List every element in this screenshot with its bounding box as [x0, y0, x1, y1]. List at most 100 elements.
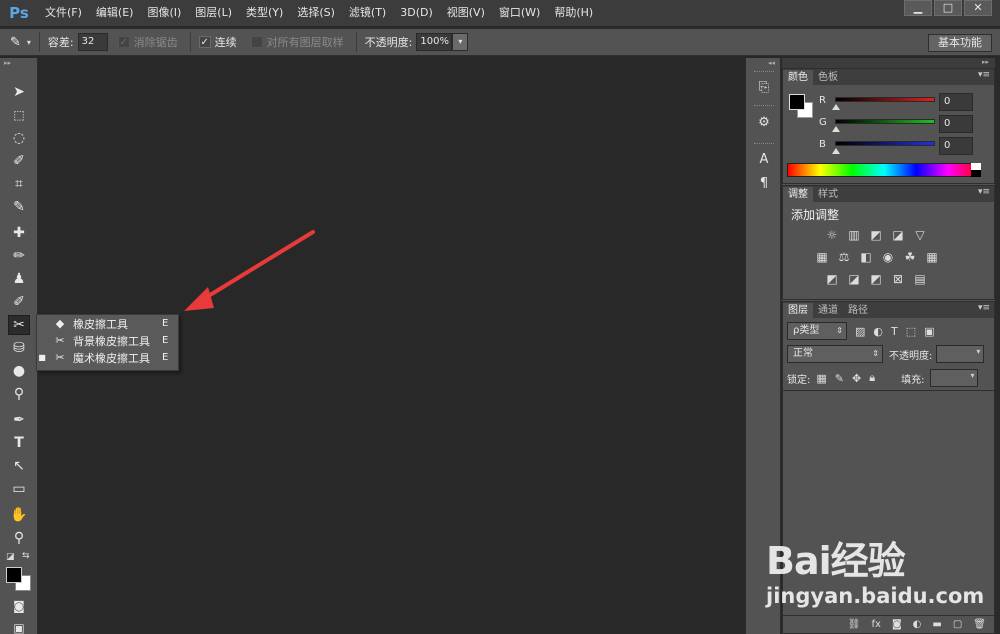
tool-preset-icon[interactable]: ✎: [10, 35, 21, 50]
lock-all-icon[interactable]: 🔒︎: [869, 371, 875, 385]
black-white-icon[interactable]: ◧: [859, 250, 873, 264]
opacity-dropdown-icon[interactable]: ▾: [452, 33, 469, 51]
color-lookup-icon[interactable]: ▦: [925, 250, 939, 264]
tab-styles[interactable]: 样式: [813, 187, 843, 202]
clone-stamp-tool-icon[interactable]: ♟: [8, 269, 30, 289]
flyout-item-background-eraser[interactable]: ✂ 背景橡皮擦工具 E: [37, 332, 178, 349]
levels-icon[interactable]: ▥: [847, 228, 861, 242]
swap-colors-icon[interactable]: ⇆: [22, 551, 30, 561]
dodge-tool-icon[interactable]: ⚲: [8, 384, 30, 404]
paragraph-panel-icon[interactable]: ¶: [754, 174, 774, 194]
menu-select[interactable]: 选择(S): [290, 0, 342, 26]
rectangle-tool-icon[interactable]: ▭: [8, 479, 30, 499]
blue-slider[interactable]: [835, 141, 935, 146]
path-selection-tool-icon[interactable]: ↖: [8, 456, 30, 476]
eraser-tool-icon[interactable]: ✂: [8, 315, 30, 335]
blend-mode-dropdown[interactable]: 正常 ⇕: [787, 345, 883, 363]
new-layer-icon[interactable]: ▢: [953, 619, 962, 630]
blue-slider-thumb[interactable]: [832, 148, 840, 154]
eyedropper-tool-icon[interactable]: ✎: [8, 197, 30, 217]
lock-position-icon[interactable]: ✥: [852, 372, 861, 385]
default-colors-icon[interactable]: ◪: [6, 552, 15, 562]
delete-layer-icon[interactable]: 🗑︎: [973, 619, 986, 630]
collapse-toolbar-icon[interactable]: ▸▸: [0, 58, 37, 68]
green-slider-thumb[interactable]: [832, 126, 840, 132]
smart-object-filter-icon[interactable]: ▣: [924, 325, 934, 338]
menu-3d[interactable]: 3D(D): [393, 0, 440, 26]
restore-button[interactable]: □: [934, 0, 962, 16]
move-tool-icon[interactable]: ➤: [8, 82, 30, 102]
menu-window[interactable]: 窗口(W): [492, 0, 547, 26]
photo-filter-icon[interactable]: ◉: [881, 250, 895, 264]
red-value-input[interactable]: 0: [939, 93, 973, 111]
brightness-contrast-icon[interactable]: ☼: [825, 228, 839, 242]
black-white-ramp[interactable]: [971, 163, 981, 177]
menu-file[interactable]: 文件(F): [38, 0, 89, 26]
new-group-icon[interactable]: ▬: [932, 619, 941, 630]
marquee-tool-icon[interactable]: ⬚: [8, 105, 30, 125]
menu-type[interactable]: 类型(Y): [239, 0, 290, 26]
tab-swatches[interactable]: 色板: [813, 70, 843, 85]
color-spectrum[interactable]: [787, 163, 981, 177]
crop-tool-icon[interactable]: ⌗: [8, 174, 30, 194]
history-panel-icon[interactable]: ⎘: [754, 78, 774, 98]
tab-color[interactable]: 颜色: [783, 70, 813, 85]
shape-filter-icon[interactable]: ⬚: [906, 325, 916, 338]
quick-mask-icon[interactable]: ◙: [8, 596, 30, 616]
pen-tool-icon[interactable]: ✒: [8, 410, 30, 430]
lasso-tool-icon[interactable]: ◌: [8, 128, 30, 148]
foreground-color-swatch[interactable]: [6, 567, 22, 583]
add-mask-icon[interactable]: ◙: [892, 619, 902, 630]
tab-layers[interactable]: 图层: [783, 303, 813, 318]
invert-icon[interactable]: ◩: [825, 272, 839, 286]
curves-icon[interactable]: ◩: [869, 228, 883, 242]
hue-saturation-icon[interactable]: ▦: [815, 250, 829, 264]
color-foreground-swatch[interactable]: [789, 94, 805, 110]
workspace-button[interactable]: 基本功能: [928, 34, 992, 52]
link-layers-icon[interactable]: ⛓: [848, 619, 861, 630]
hand-tool-icon[interactable]: ✋: [8, 505, 30, 525]
panel-menu-icon[interactable]: ▾≡: [978, 70, 990, 80]
lock-transparency-icon[interactable]: ▦: [816, 372, 826, 385]
zoom-tool-icon[interactable]: ⚲: [8, 528, 30, 548]
sample-all-layers-checkbox[interactable]: [250, 36, 263, 48]
contiguous-checkbox[interactable]: ✓: [198, 36, 211, 48]
healing-brush-tool-icon[interactable]: ✚: [8, 223, 30, 243]
menu-layer[interactable]: 图层(L): [188, 0, 239, 26]
dock-grip[interactable]: [754, 105, 774, 108]
tab-paths[interactable]: 路径: [843, 303, 873, 318]
channel-mixer-icon[interactable]: ☘: [903, 250, 917, 264]
menu-help[interactable]: 帮助(H): [547, 0, 600, 26]
dock-grip[interactable]: [754, 143, 774, 146]
collapse-dock-icon[interactable]: ◂◂: [768, 59, 775, 67]
screen-mode-icon[interactable]: ▣: [8, 618, 30, 634]
close-button[interactable]: ✕: [964, 0, 992, 16]
flyout-item-eraser[interactable]: ◆ 橡皮擦工具 E: [37, 315, 178, 332]
lock-pixels-icon[interactable]: ✎: [835, 372, 844, 385]
layer-kind-filter[interactable]: ρ类型 ⇕: [787, 322, 847, 340]
threshold-icon[interactable]: ◩: [869, 272, 883, 286]
fill-input[interactable]: ▾: [930, 369, 979, 387]
flyout-item-magic-eraser[interactable]: ■ ✂ 魔术橡皮擦工具 E: [37, 349, 178, 366]
type-filter-icon[interactable]: T: [891, 325, 898, 338]
minimize-button[interactable]: ▁: [904, 0, 932, 16]
posterize-icon[interactable]: ◪: [847, 272, 861, 286]
history-brush-tool-icon[interactable]: ✐: [8, 292, 30, 312]
layer-opacity-input[interactable]: ▾: [936, 345, 985, 363]
layers-list[interactable]: [783, 390, 994, 615]
brush-tool-icon[interactable]: ✏: [8, 246, 30, 266]
selective-color-icon[interactable]: ▤: [913, 272, 927, 286]
blur-tool-icon[interactable]: ●: [8, 361, 30, 381]
pixel-filter-icon[interactable]: ▨: [855, 325, 865, 338]
character-panel-icon[interactable]: A: [754, 150, 774, 170]
vibrance-icon[interactable]: ▽: [913, 228, 927, 242]
properties-panel-icon[interactable]: ⚙: [754, 113, 774, 133]
exposure-icon[interactable]: ◪: [891, 228, 905, 242]
menu-view[interactable]: 视图(V): [440, 0, 492, 26]
green-value-input[interactable]: 0: [939, 115, 973, 133]
new-adjustment-layer-icon[interactable]: ◐: [913, 619, 922, 630]
adjustment-filter-icon[interactable]: ◐: [873, 325, 883, 338]
blue-value-input[interactable]: 0: [939, 137, 973, 155]
dock-grip[interactable]: [754, 71, 774, 74]
menu-edit[interactable]: 编辑(E): [89, 0, 141, 26]
